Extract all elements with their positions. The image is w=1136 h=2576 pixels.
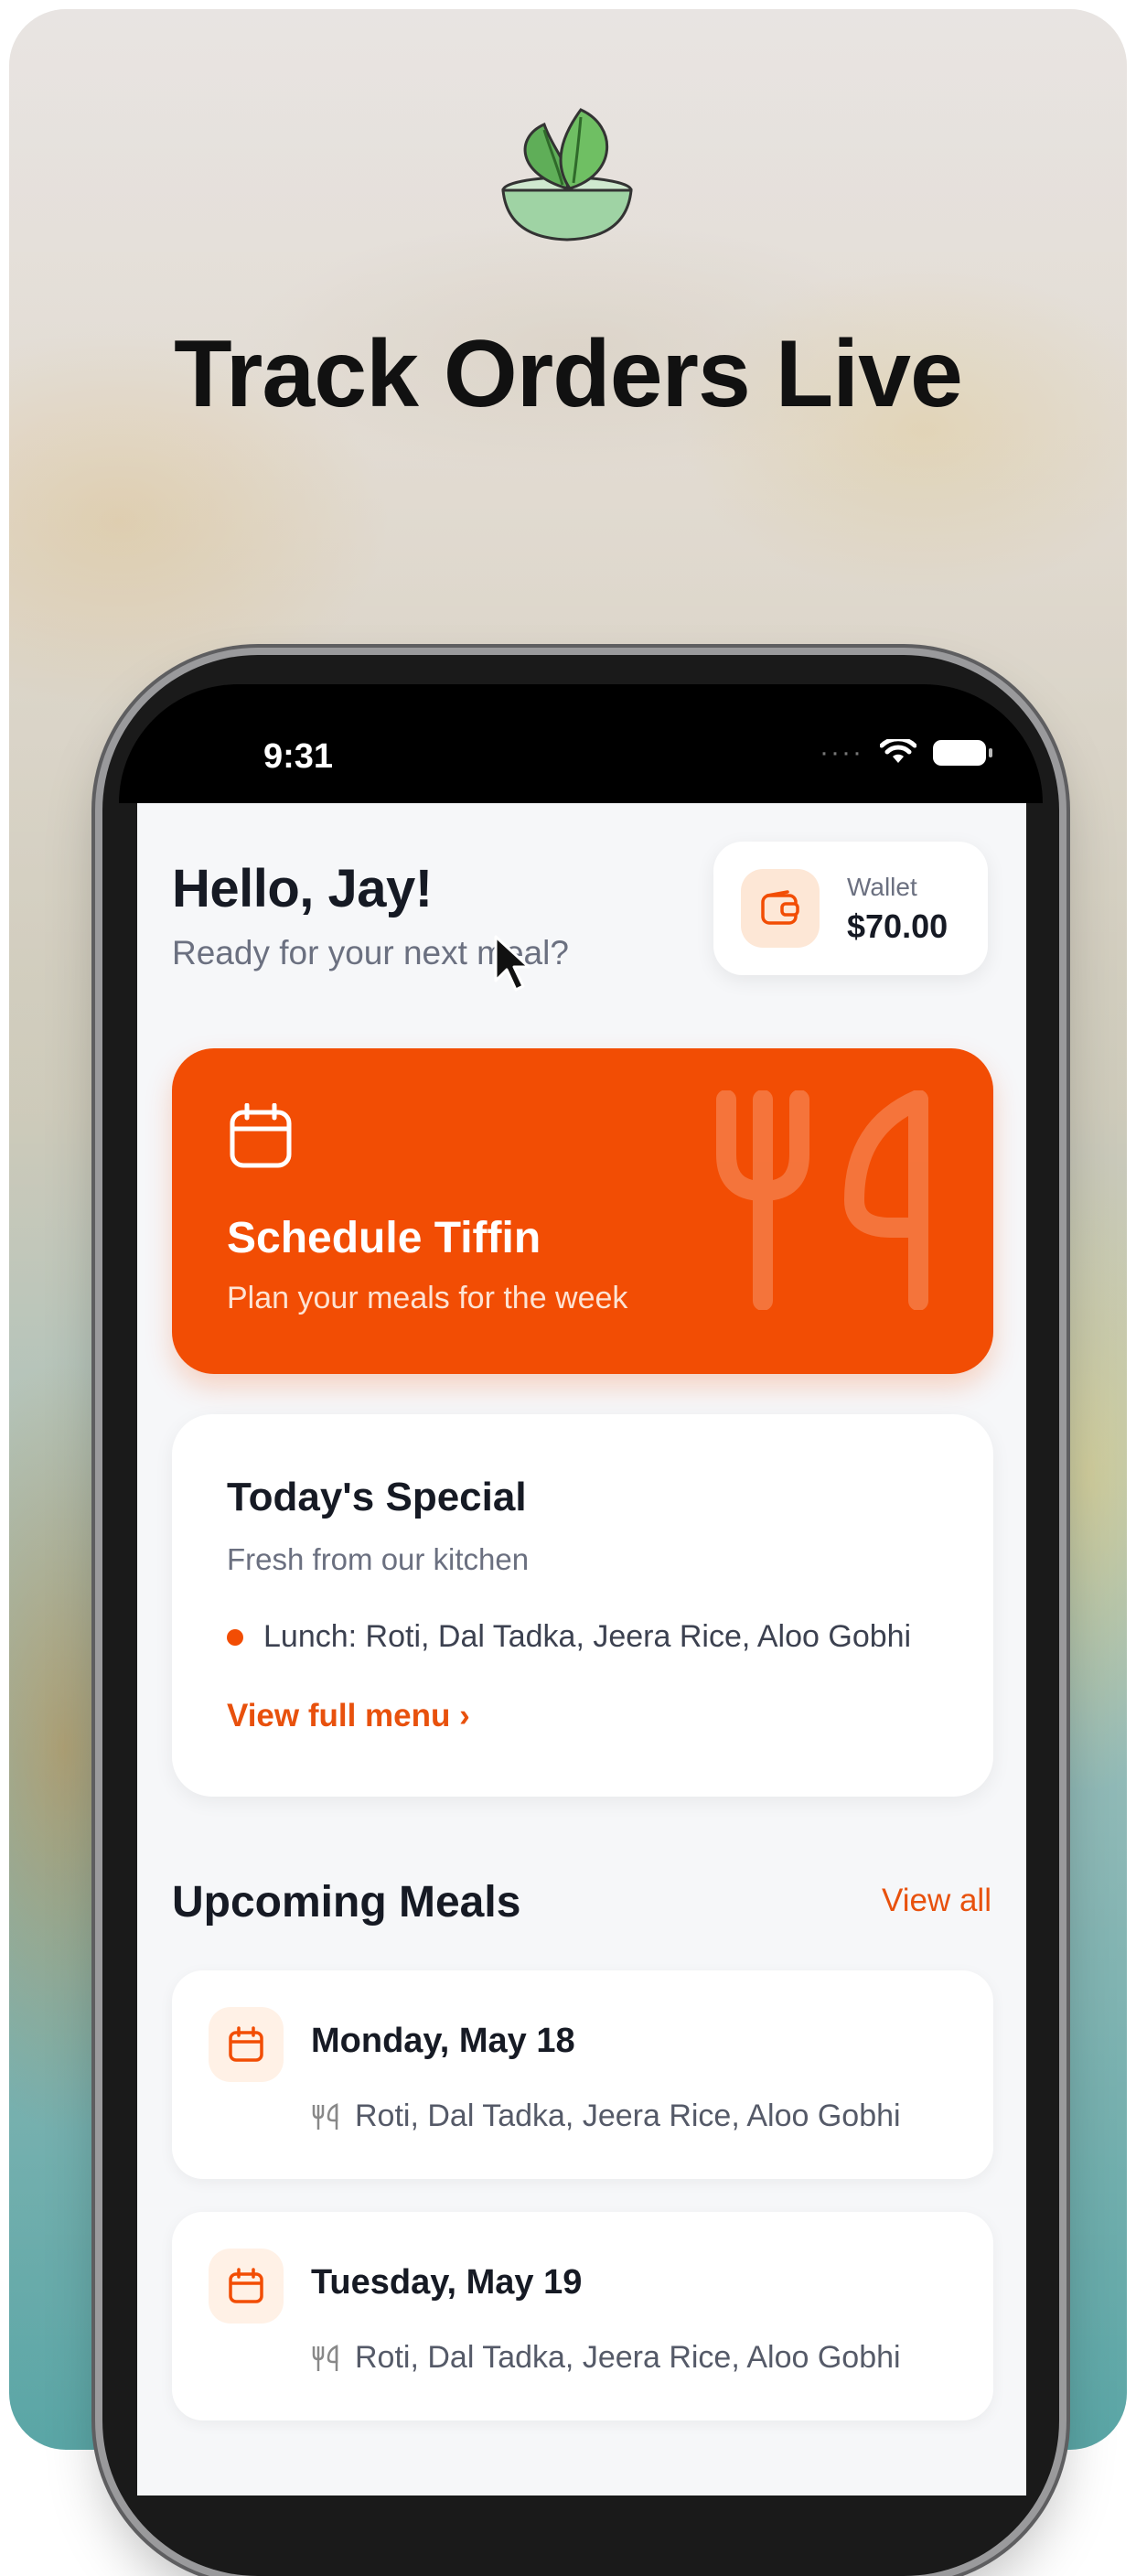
wifi-icon bbox=[880, 739, 916, 763]
wallet-icon bbox=[761, 890, 799, 925]
meal-items-text: Roti, Dal Tadka, Jeera Rice, Aloo Gobhi bbox=[355, 2340, 901, 2375]
greeting-title: Hello, Jay! bbox=[172, 859, 433, 918]
cutlery-icon bbox=[312, 2344, 338, 2371]
meal-items-text: Roti, Dal Tadka, Jeera Rice, Aloo Gobhi bbox=[355, 2098, 901, 2133]
meal-card[interactable]: Tuesday, May 19 Roti, Dal Tadka, Jeera R… bbox=[172, 2212, 993, 2420]
wallet-card[interactable]: Wallet $70.00 bbox=[713, 842, 988, 975]
status-time: 9:31 bbox=[263, 737, 334, 776]
cutlery-icon bbox=[312, 2102, 338, 2130]
meal-items: Roti, Dal Tadka, Jeera Rice, Aloo Gobhi bbox=[311, 2340, 901, 2376]
meal-card[interactable]: Monday, May 18 Roti, Dal Tadka, Jeera Ri… bbox=[172, 1970, 993, 2179]
cutlery-icon bbox=[716, 1090, 928, 1310]
meal-date: Monday, May 18 bbox=[311, 2022, 575, 2060]
view-all-link[interactable]: View all bbox=[882, 1883, 991, 1919]
mouse-cursor-icon bbox=[494, 935, 530, 992]
calendar-icon bbox=[230, 1103, 292, 1168]
schedule-title: Schedule Tiffin bbox=[227, 1214, 541, 1262]
status-bar: 9:31 ···· bbox=[119, 684, 1043, 803]
wallet-icon-badge bbox=[741, 869, 820, 948]
phone-side-button bbox=[93, 1061, 102, 1143]
battery-icon bbox=[933, 740, 992, 766]
wallet-label: Wallet bbox=[847, 873, 917, 901]
leaf-bowl-logo-icon bbox=[501, 108, 633, 242]
special-subtitle: Fresh from our kitchen bbox=[227, 1542, 530, 1576]
meal-date: Tuesday, May 19 bbox=[311, 2263, 583, 2302]
meal-icon-badge bbox=[209, 2007, 284, 2082]
phone-side-button bbox=[93, 1354, 102, 1500]
special-menu-item: Lunch: Roti, Dal Tadka, Jeera Rice, Aloo… bbox=[227, 1619, 911, 1655]
schedule-subtitle: Plan your meals for the week bbox=[227, 1281, 628, 1315]
signal-icon: ···· bbox=[820, 737, 863, 767]
headline: Track Orders Live bbox=[174, 321, 963, 427]
schedule-tiffin-card[interactable]: Schedule Tiffin Plan your meals for the … bbox=[172, 1048, 993, 1374]
upcoming-meals-heading: Upcoming Meals bbox=[172, 1878, 521, 1927]
phone-power-button bbox=[1059, 1226, 1068, 1445]
wallet-amount: $70.00 bbox=[847, 907, 948, 945]
meal-icon-badge bbox=[209, 2249, 284, 2324]
phone-side-button bbox=[93, 1180, 102, 1326]
todays-special-card: Today's Special Fresh from our kitchen L… bbox=[172, 1414, 993, 1797]
view-full-menu-link[interactable]: View full menu › bbox=[227, 1698, 470, 1734]
meal-items: Roti, Dal Tadka, Jeera Rice, Aloo Gobhi bbox=[311, 2098, 901, 2134]
calendar-icon bbox=[229, 2268, 263, 2303]
calendar-icon bbox=[229, 2026, 263, 2062]
app-screen: Hello, Jay! Ready for your next meal? Wa… bbox=[137, 803, 1026, 2496]
special-title: Today's Special bbox=[227, 1475, 527, 1519]
bullet-dot-icon bbox=[227, 1628, 243, 1646]
special-item-text: Lunch: Roti, Dal Tadka, Jeera Rice, Aloo… bbox=[263, 1619, 912, 1654]
